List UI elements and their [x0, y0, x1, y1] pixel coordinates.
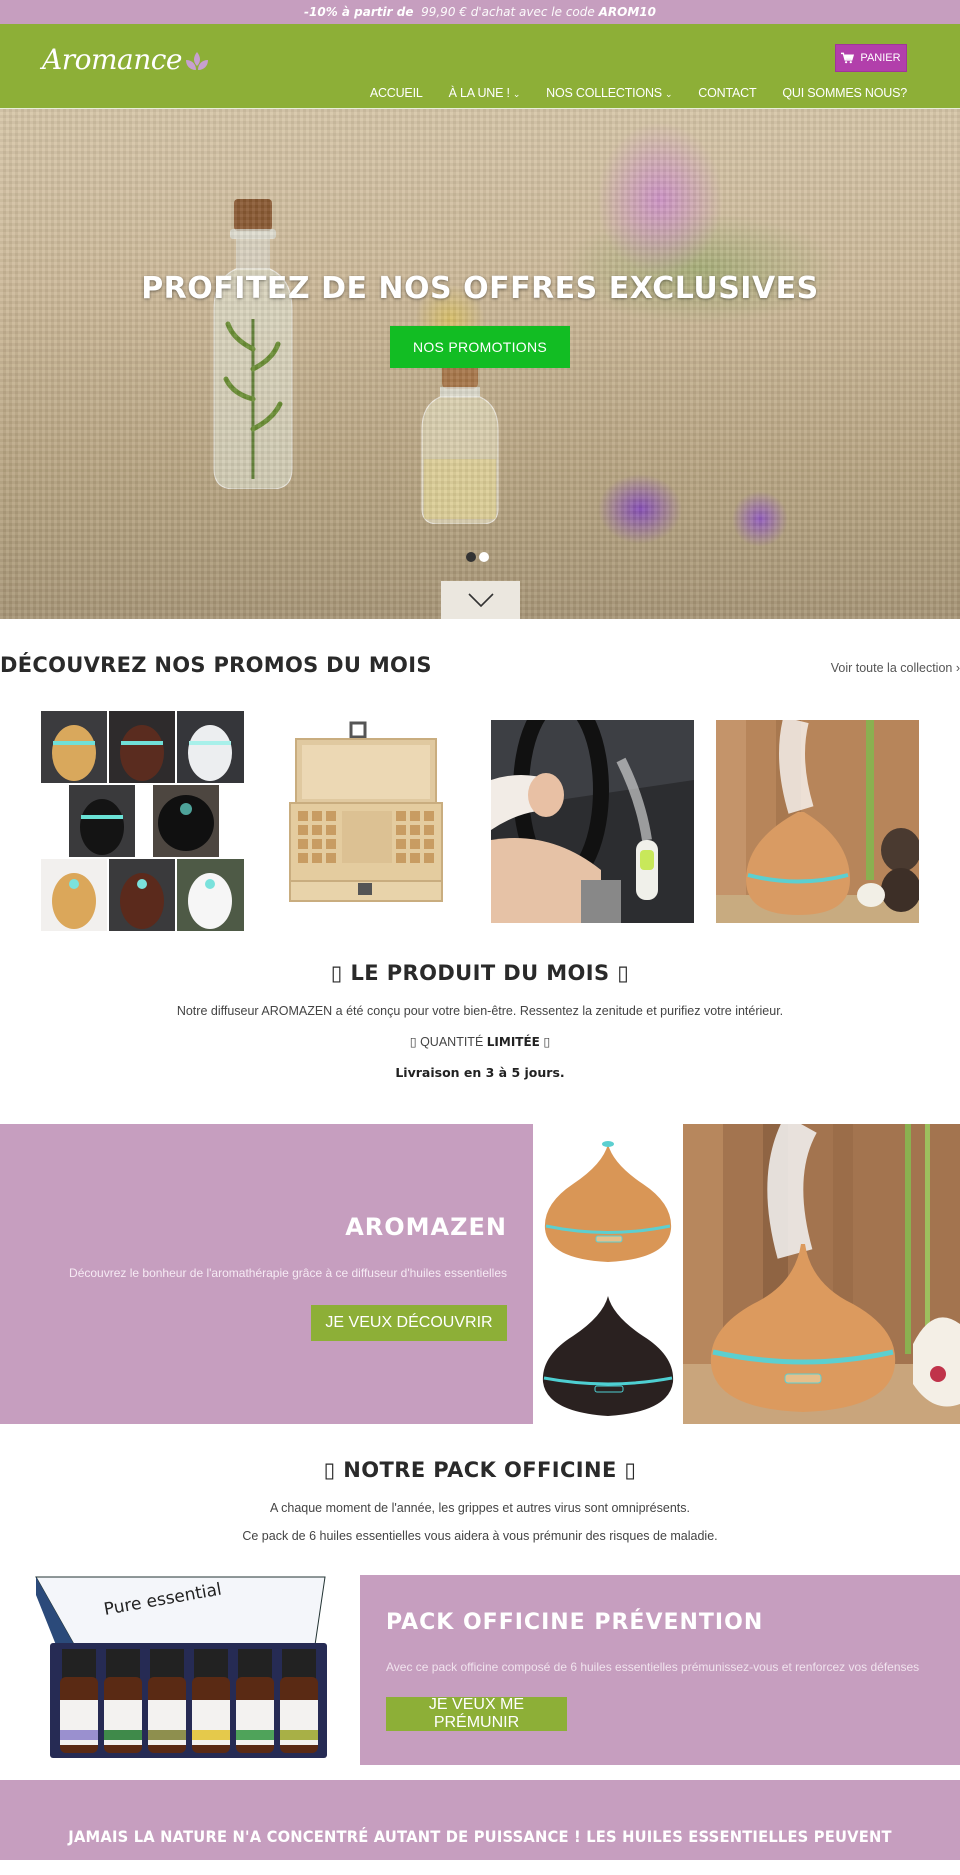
essential-oils-pack-image: Pure essential — [0, 1575, 360, 1765]
aromazen-image — [533, 1115, 960, 1424]
promo-grid — [0, 711, 960, 931]
qty-limited: LIMITÉE — [486, 1035, 540, 1049]
nature-banner: JAMAIS LA NATURE N'A CONCENTRÉ AUTANT DE… — [0, 1780, 960, 1860]
pack-intro-line-1: A chaque moment de l'année, les grippes … — [270, 1501, 690, 1515]
nav-label: À LA UNE ! — [448, 86, 510, 100]
section-title: ▯ NOTRE PACK OFFICINE ▯ — [323, 1458, 637, 1482]
slide-dot-2[interactable] — [479, 552, 489, 562]
cart-label: PANIER — [860, 52, 901, 64]
pack-card-title: PACK OFFICINE PRÉVENTION — [386, 1610, 764, 1635]
aromazen-text-panel: AROMAZEN Découvrez le bonheur de l'aroma… — [0, 1124, 533, 1424]
aromazen-description: Découvrez le bonheur de l'aromathérapie … — [69, 1266, 507, 1280]
limited-quantity-notice: ▯ QUANTITÉ LIMITÉE ▯ — [0, 1034, 960, 1049]
nav-item-accueil[interactable]: ACCUEIL — [370, 86, 423, 100]
site-header: Aromance PANIER ACCUEIL À LA UNE ! ⌄ NOS… — [0, 24, 960, 109]
product-description: Notre diffuseur AROMAZEN a été conçu pou… — [176, 1004, 784, 1018]
scroll-down-button[interactable] — [441, 581, 520, 619]
section-title: ▯ LE PRODUIT DU MOIS ▯ — [330, 961, 630, 985]
hero-title: PROFITEZ DE NOS OFFRES EXCLUSIVES — [141, 271, 819, 306]
car-diffuser-image — [491, 719, 694, 923]
nav-label: NOS COLLECTIONS — [546, 86, 662, 100]
promo-item-wood-diffuser[interactable] — [716, 711, 919, 931]
nav-item-about[interactable]: QUI SOMMES NOUS? — [782, 86, 907, 100]
announcement-condition: 99,90 € d'achat avec le code — [421, 5, 595, 19]
nav-label: ACCUEIL — [369, 86, 423, 100]
pack-card-description: Avec ce pack officine composé de 6 huile… — [386, 1660, 920, 1674]
nav-item-a-la-une[interactable]: À LA UNE ! ⌄ — [449, 86, 521, 100]
wooden-box-image — [289, 721, 443, 902]
promo-item-wooden-box[interactable] — [266, 711, 469, 931]
qty-prefix: ▯ QUANTITÉ — [409, 1035, 484, 1049]
logo[interactable]: Aromance — [42, 38, 210, 80]
leaf-icon — [184, 52, 210, 74]
nature-banner-text: JAMAIS LA NATURE N'A CONCENTRÉ AUTANT DE… — [68, 1827, 892, 1846]
chevron-down-icon — [467, 593, 494, 607]
pack-card: PACK OFFICINE PRÉVENTION Avec ce pack of… — [360, 1575, 960, 1765]
pack-image: Pure essential — [0, 1575, 360, 1765]
main-nav: ACCUEIL À LA UNE ! ⌄ NOS COLLECTIONS ⌄ C… — [344, 86, 907, 100]
wood-diffuser-image — [716, 719, 919, 923]
announcement-discount: -10% à partir de — [304, 5, 414, 19]
protect-button[interactable]: JE VEUX ME PRÉMUNIR — [386, 1696, 567, 1731]
slide-dot-1[interactable] — [466, 552, 476, 562]
announcement-code: AROM10 — [598, 5, 656, 19]
nav-label: QUI SOMMES NOUS? — [782, 86, 907, 100]
promos-header: DÉCOUVREZ NOS PROMOS DU MOIS Voir toute … — [0, 653, 960, 683]
nav-item-contact[interactable]: CONTACT — [698, 86, 756, 100]
pack-officine-feature: Pure essential PACK OFFICINE PRÉVENTION … — [0, 1575, 960, 1765]
chevron-down-icon: ⌄ — [664, 88, 673, 99]
shipping-notice: Livraison en 3 à 5 jours. — [395, 1065, 565, 1080]
small-bottle-image — [421, 359, 499, 524]
cart-button[interactable]: PANIER — [835, 44, 907, 72]
qty-suffix: ▯ — [543, 1035, 551, 1049]
nav-item-collections[interactable]: NOS COLLECTIONS ⌄ — [546, 86, 672, 100]
section-title: DÉCOUVREZ NOS PROMOS DU MOIS — [0, 653, 432, 677]
aromazen-diffusers-image — [533, 1115, 960, 1424]
aromazen-banner: AROMAZEN Découvrez le bonheur de l'aroma… — [0, 1115, 960, 1424]
hero-slideshow: PROFITEZ DE NOS OFFRES EXCLUSIVES NOS PR… — [0, 109, 960, 619]
promo-item-car-diffuser[interactable] — [491, 711, 694, 931]
nav-label: CONTACT — [698, 86, 757, 100]
slide-indicators — [466, 552, 489, 562]
product-of-month-section: ▯ LE PRODUIT DU MOIS ▯ Notre diffuseur A… — [0, 961, 960, 1080]
view-collection-link[interactable]: Voir toute la collection › — [831, 661, 960, 675]
discover-button[interactable]: JE VEUX DÉCOUVRIR — [311, 1305, 507, 1341]
aromazen-title: AROMAZEN — [345, 1213, 507, 1241]
promo-item-mini-diffusers[interactable] — [41, 711, 244, 931]
logo-text: Aromance — [42, 42, 183, 76]
pack-intro-line-2: Ce pack de 6 huiles essentielles vous ai… — [242, 1529, 718, 1543]
announcement-bar: -10% à partir de 99,90 € d'achat avec le… — [0, 0, 960, 24]
chevron-down-icon: ⌄ — [512, 88, 521, 99]
promotions-button[interactable]: NOS PROMOTIONS — [390, 326, 570, 368]
pack-officine-section: ▯ NOTRE PACK OFFICINE ▯ A chaque moment … — [0, 1458, 960, 1543]
glass-bottle-image — [213, 199, 293, 489]
cart-icon — [841, 52, 855, 64]
mini-diffusers-image — [41, 711, 244, 931]
